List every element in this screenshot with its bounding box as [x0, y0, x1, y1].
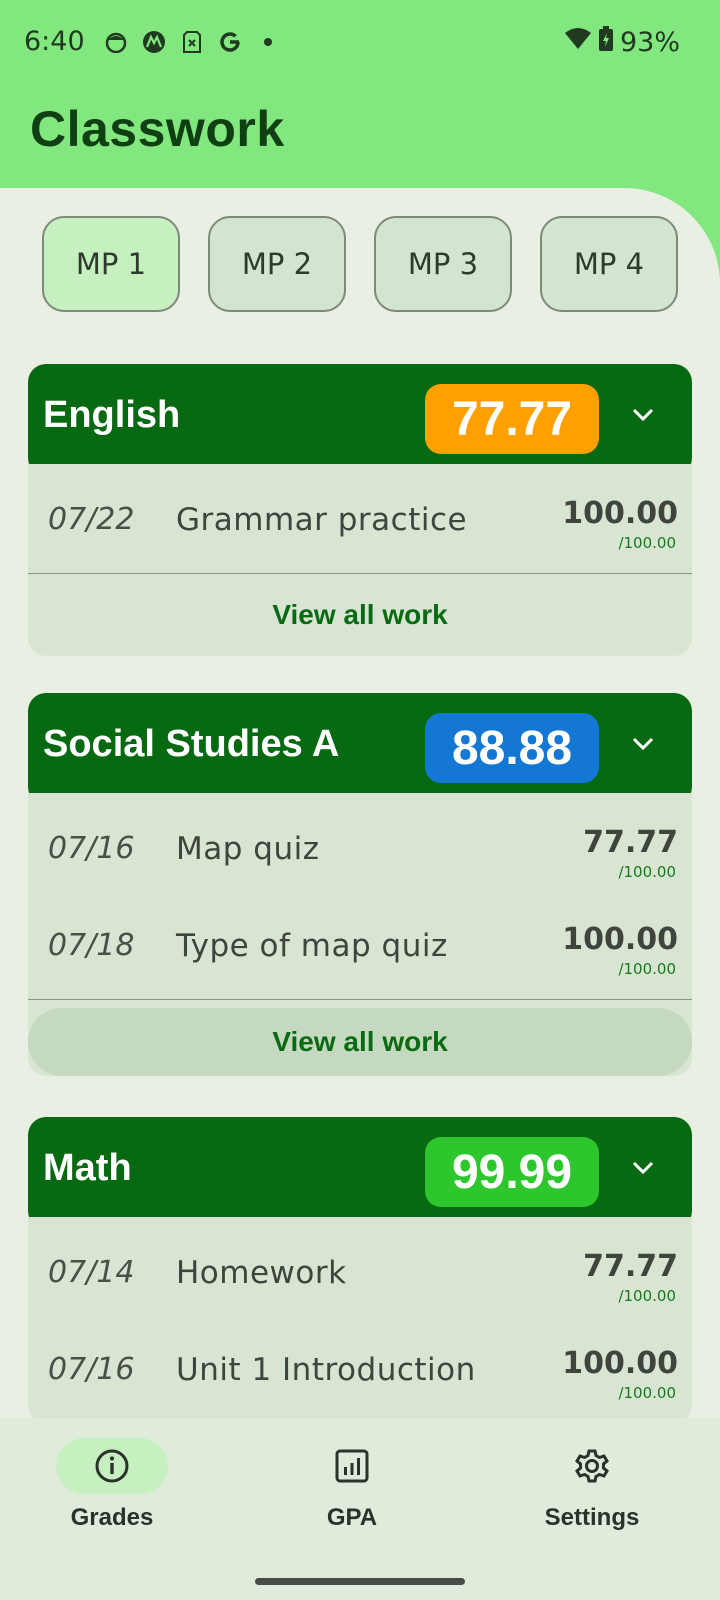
content-sheet: MP 1 MP 2 MP 3 MP 4 English 77.77 07/22 …: [0, 188, 720, 1418]
mp-4-chip[interactable]: MP 4: [540, 216, 678, 312]
divider: [28, 999, 692, 1000]
dot-icon: [256, 30, 280, 54]
view-all-work-button[interactable]: View all work: [28, 1008, 692, 1076]
status-right: 93%: [564, 26, 680, 59]
mp-1-chip[interactable]: MP 1: [42, 216, 180, 312]
assignment-score: 100.00: [562, 922, 678, 957]
home-indicator[interactable]: [255, 1578, 465, 1585]
grade-badge: 77.77: [425, 384, 599, 454]
nav-label: GPA: [326, 1504, 378, 1531]
course-header[interactable]: Math 99.99: [28, 1117, 692, 1229]
course-header[interactable]: Social Studies A 88.88: [28, 693, 692, 805]
assignment-max: /100.00: [618, 1287, 676, 1305]
status-notification-icons: [104, 30, 280, 54]
nav-icon-container: [296, 1438, 408, 1494]
gear-icon: [575, 1449, 609, 1483]
chart-icon: [335, 1449, 369, 1483]
course-card-math: Math 99.99 07/14 Homework 77.77 /100.00 …: [28, 1117, 692, 1418]
battery-icon: [598, 26, 614, 59]
status-time: 6:40: [24, 26, 85, 57]
page-title: Classwork: [30, 101, 285, 157]
course-card-social-studies: Social Studies A 88.88 07/16 Map quiz 77…: [28, 693, 692, 1082]
assignment-date: 07/14: [48, 1255, 135, 1290]
course-name: Math: [43, 1147, 132, 1189]
assignment-list: 07/22 Grammar practice 100.00 /100.00 Vi…: [28, 464, 692, 656]
nav-gpa[interactable]: GPA: [252, 1438, 452, 1532]
assignment-name: Homework: [176, 1255, 347, 1291]
assignment-max: /100.00: [618, 960, 676, 978]
face-icon: [104, 30, 128, 54]
assignment-name: Grammar practice: [176, 502, 468, 538]
nav-settings[interactable]: Settings: [492, 1438, 692, 1532]
chevron-down-icon[interactable]: [630, 731, 656, 757]
assignment-date: 07/16: [48, 831, 135, 866]
assignment-date: 07/16: [48, 1352, 135, 1387]
assignment-name: Unit 1 Introduction: [176, 1352, 476, 1388]
nav-label: Grades: [70, 1504, 154, 1531]
nav-icon-container: [56, 1438, 168, 1494]
sim-icon: [180, 30, 204, 54]
grade-badge: 88.88: [425, 713, 599, 783]
assignment-name: Type of map quiz: [176, 928, 448, 964]
assignment-score: 77.77: [583, 1249, 678, 1284]
google-icon: [218, 30, 242, 54]
assignment-row[interactable]: 07/14 Homework 77.77 /100.00: [28, 1229, 692, 1326]
assignment-max: /100.00: [618, 1384, 676, 1402]
assignment-date: 07/18: [48, 928, 135, 963]
assignment-row[interactable]: 07/16 Unit 1 Introduction 100.00 /100.00: [28, 1326, 692, 1418]
course-header[interactable]: English 77.77: [28, 364, 692, 476]
status-bar: 6:40 93%: [0, 0, 720, 88]
nav-icon-container: [536, 1438, 648, 1494]
course-name: English: [43, 394, 181, 436]
chevron-down-icon[interactable]: [630, 1155, 656, 1181]
marking-period-selector: MP 1 MP 2 MP 3 MP 4: [42, 216, 678, 312]
nav-label: Settings: [544, 1504, 640, 1531]
grade-badge: 99.99: [425, 1137, 599, 1207]
mp-2-chip[interactable]: MP 2: [208, 216, 346, 312]
course-card-english: English 77.77 07/22 Grammar practice 100…: [28, 364, 692, 656]
motorola-icon: [142, 30, 166, 54]
course-name: Social Studies A: [43, 723, 340, 765]
assignment-list: 07/14 Homework 77.77 /100.00 07/16 Unit …: [28, 1217, 692, 1418]
assignment-row[interactable]: 07/16 Map quiz 77.77 /100.00: [28, 805, 692, 902]
assignment-row[interactable]: 07/22 Grammar practice 100.00 /100.00: [28, 476, 692, 573]
assignment-score: 100.00: [562, 1346, 678, 1381]
nav-grades[interactable]: Grades: [12, 1438, 212, 1532]
view-all-work-button[interactable]: View all work: [28, 574, 692, 656]
assignment-row[interactable]: 07/18 Type of map quiz 100.00 /100.00: [28, 902, 692, 999]
chevron-down-icon[interactable]: [630, 402, 656, 428]
info-icon: [95, 1449, 129, 1483]
assignment-name: Map quiz: [176, 831, 320, 867]
mp-3-chip[interactable]: MP 3: [374, 216, 512, 312]
wifi-icon: [564, 27, 592, 58]
battery-percent: 93%: [619, 27, 680, 58]
bottom-navigation: Grades GPA Settings: [0, 1418, 720, 1600]
assignment-max: /100.00: [618, 534, 676, 552]
assignment-list: 07/16 Map quiz 77.77 /100.00 07/18 Type …: [28, 793, 692, 1076]
assignment-score: 100.00: [562, 496, 678, 531]
assignment-max: /100.00: [618, 863, 676, 881]
assignment-score: 77.77: [583, 825, 678, 860]
assignment-date: 07/22: [48, 502, 135, 537]
